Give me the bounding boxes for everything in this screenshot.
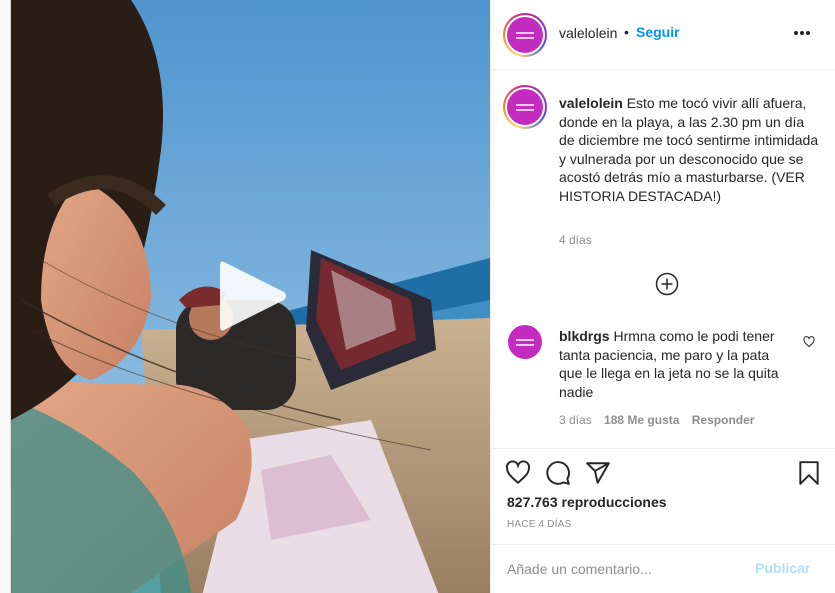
caption-username[interactable]: valelolein <box>559 95 623 111</box>
post-dialog: valelolein • Seguir valelolein Esto me t… <box>10 0 835 593</box>
more-options-icon[interactable] <box>794 30 810 36</box>
post-caption: valelolein Esto me tocó vivir allí afuer… <box>559 94 821 206</box>
follow-button[interactable]: Seguir <box>636 24 680 40</box>
comment-likes[interactable]: 188 Me gusta <box>604 413 679 427</box>
comment-input[interactable] <box>507 559 747 579</box>
caption-author-avatar[interactable] <box>503 85 547 129</box>
caption-text: Esto me tocó vivir allí afuera, donde en… <box>559 95 819 204</box>
reply-button[interactable]: Responder <box>692 413 755 427</box>
share-icon[interactable] <box>585 460 611 486</box>
caption-timestamp[interactable]: 4 días <box>559 233 592 247</box>
author-avatar[interactable] <box>503 13 547 57</box>
commenter-avatar[interactable] <box>508 325 542 359</box>
comment-icon[interactable] <box>545 460 571 486</box>
plus-circle-icon[interactable] <box>655 272 679 296</box>
post-sidebar: valelolein • Seguir valelolein Esto me t… <box>490 0 835 593</box>
play-icon[interactable] <box>216 256 290 336</box>
comment-composer: Publicar <box>491 544 835 593</box>
post-header: valelolein • Seguir <box>491 0 835 70</box>
heart-icon[interactable] <box>505 460 531 486</box>
comment-timestamp[interactable]: 3 días <box>559 413 592 427</box>
header-separator: • <box>624 24 629 40</box>
post-actions: 827.763 reproducciones HACE 4 DÍAS <box>491 448 835 544</box>
post-timestamp[interactable]: HACE 4 DÍAS <box>507 519 571 530</box>
heart-icon[interactable] <box>803 336 815 348</box>
bookmark-icon[interactable] <box>796 460 822 486</box>
comment-meta: 3 días 188 Me gusta Responder <box>559 413 763 427</box>
video-player[interactable] <box>11 0 490 593</box>
publish-button[interactable]: Publicar <box>755 560 810 576</box>
view-count[interactable]: 827.763 reproducciones <box>507 494 667 510</box>
comment-body: blkdrgs Hrmna como le podi tener tanta p… <box>559 327 791 401</box>
author-username[interactable]: valelolein <box>559 25 617 41</box>
comment-username[interactable]: blkdrgs <box>559 328 610 344</box>
